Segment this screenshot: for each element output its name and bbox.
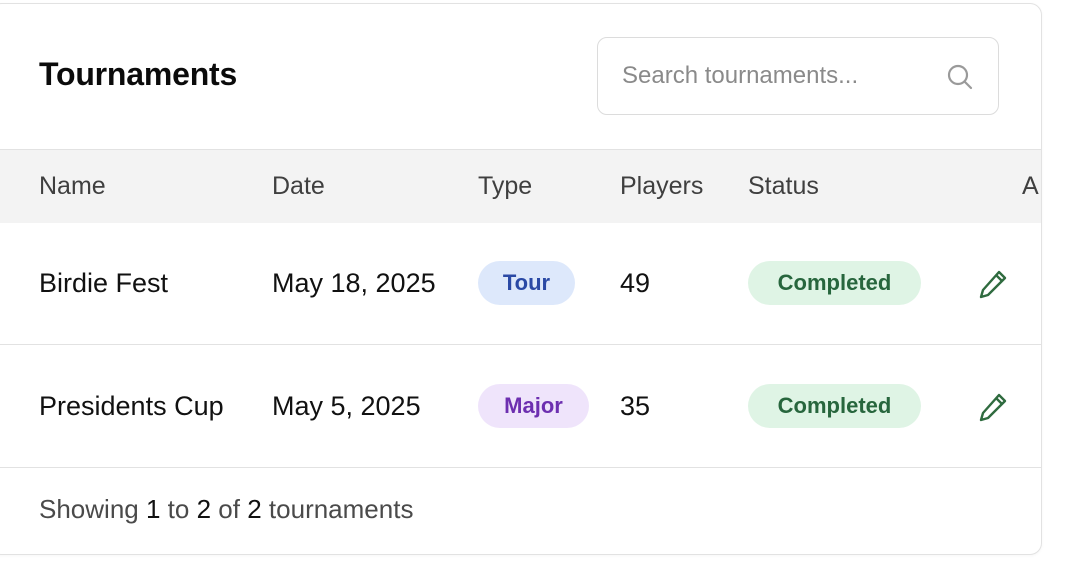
status-badge: Completed [748, 261, 921, 305]
players-count: 35 [620, 391, 651, 421]
column-header-date[interactable]: Date [272, 150, 325, 223]
summary-total: 2 [247, 494, 262, 524]
column-header-players[interactable]: Players [620, 150, 703, 223]
type-badge: Major [478, 384, 589, 428]
summary-of-word: of [218, 494, 240, 524]
tournaments-card: Tournaments Name Date Type Players Statu… [0, 3, 1042, 555]
summary-to: 2 [196, 494, 212, 524]
tournament-date: May 5, 2025 [272, 391, 421, 421]
summary-to-word: to [167, 494, 190, 524]
summary-prefix: Showing [39, 494, 139, 524]
search-icon [947, 64, 973, 90]
players-count: 49 [620, 268, 651, 298]
tournament-name: Presidents Cup [39, 391, 224, 421]
summary-suffix: tournaments [268, 494, 414, 524]
column-header-status[interactable]: Status [748, 150, 819, 223]
pencil-icon[interactable] [976, 390, 1010, 424]
pagination-summary: Showing 1 to 2 of 2 tournaments [39, 494, 413, 525]
column-header-name[interactable]: Name [39, 150, 106, 223]
type-badge: Tour [478, 261, 575, 305]
search-box[interactable] [597, 37, 999, 115]
column-header-actions[interactable]: A [1022, 150, 1039, 223]
table-row[interactable]: Birdie Fest May 18, 2025 Tour 49 Complet… [0, 222, 1041, 345]
table-row[interactable]: Presidents Cup May 5, 2025 Major 35 Comp… [0, 345, 1041, 468]
pencil-icon[interactable] [976, 267, 1010, 301]
page-title: Tournaments [39, 56, 238, 92]
column-header-type[interactable]: Type [478, 150, 532, 223]
search-input[interactable] [622, 38, 932, 113]
tournament-name: Birdie Fest [39, 268, 169, 298]
table-header: Name Date Type Players Status A [0, 149, 1041, 223]
summary-from: 1 [145, 494, 161, 524]
tournament-date: May 18, 2025 [272, 268, 436, 298]
status-badge: Completed [748, 384, 921, 428]
